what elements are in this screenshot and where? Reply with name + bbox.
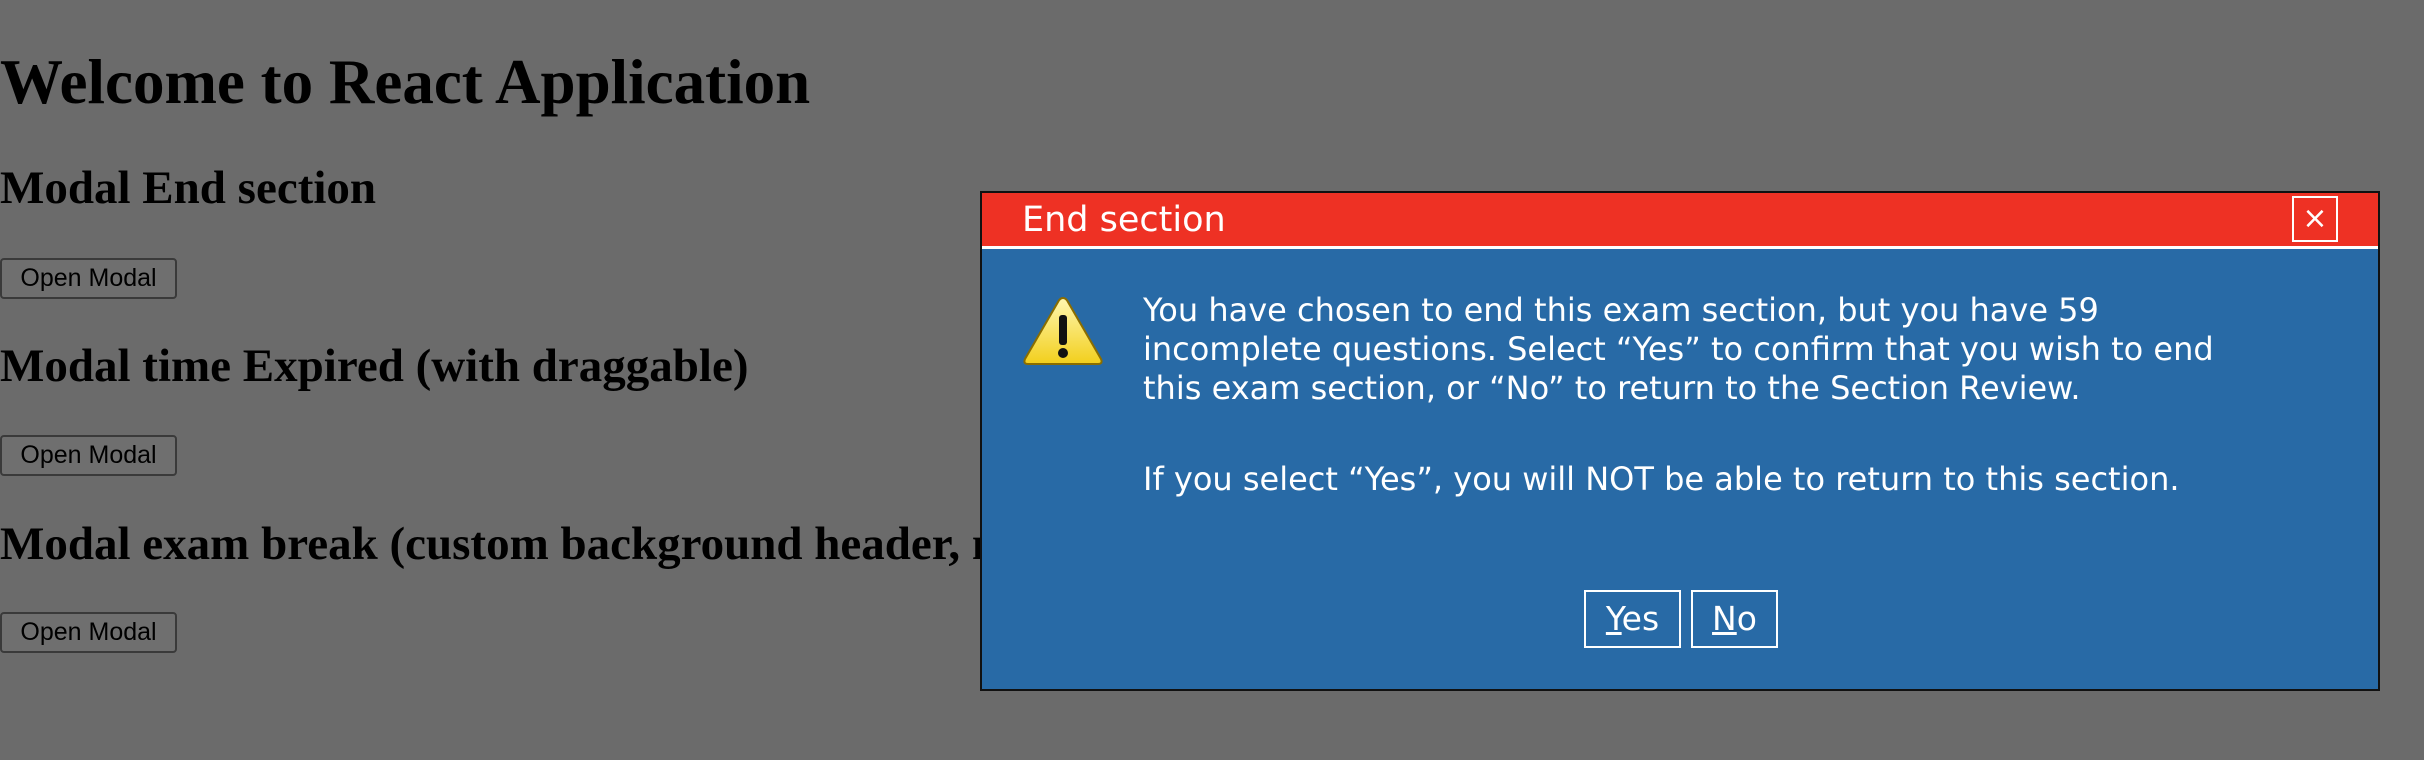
modal-title: End section: [1022, 200, 1226, 240]
section-heading-end-section: Modal End section: [0, 162, 377, 214]
open-modal-button-time-expired[interactable]: Open Modal: [0, 435, 177, 476]
yes-mnemonic: Y: [1605, 599, 1622, 638]
end-section-modal: End section × You have chosen to end thi…: [980, 191, 2380, 691]
warning-icon: [1023, 296, 1103, 365]
modal-header[interactable]: End section ×: [982, 193, 2378, 249]
modal-message-text: You have chosen to end this exam section…: [1143, 291, 2283, 408]
message-line: You have chosen to end this exam section…: [1143, 291, 2099, 329]
modal-warning-text: If you select “Yes”, you will NOT be abl…: [1143, 460, 2180, 498]
yes-button[interactable]: Yes: [1584, 590, 1681, 648]
page-title: Welcome to React Application: [0, 47, 811, 117]
no-mnemonic: N: [1712, 599, 1737, 638]
open-modal-button-end-section[interactable]: Open Modal: [0, 258, 177, 299]
no-label-rest: o: [1736, 599, 1757, 638]
yes-label-rest: es: [1621, 599, 1660, 638]
close-button[interactable]: ×: [2292, 196, 2338, 242]
section-heading-time-expired: Modal time Expired (with draggable): [0, 340, 749, 392]
modal-message: You have chosen to end this exam section…: [1143, 291, 2283, 499]
message-line: incomplete questions. Select “Yes” to co…: [1143, 330, 2214, 368]
no-button[interactable]: No: [1691, 590, 1778, 648]
message-line: this exam section, or “No” to return to …: [1143, 369, 2081, 407]
open-modal-button-exam-break[interactable]: Open Modal: [0, 612, 177, 653]
